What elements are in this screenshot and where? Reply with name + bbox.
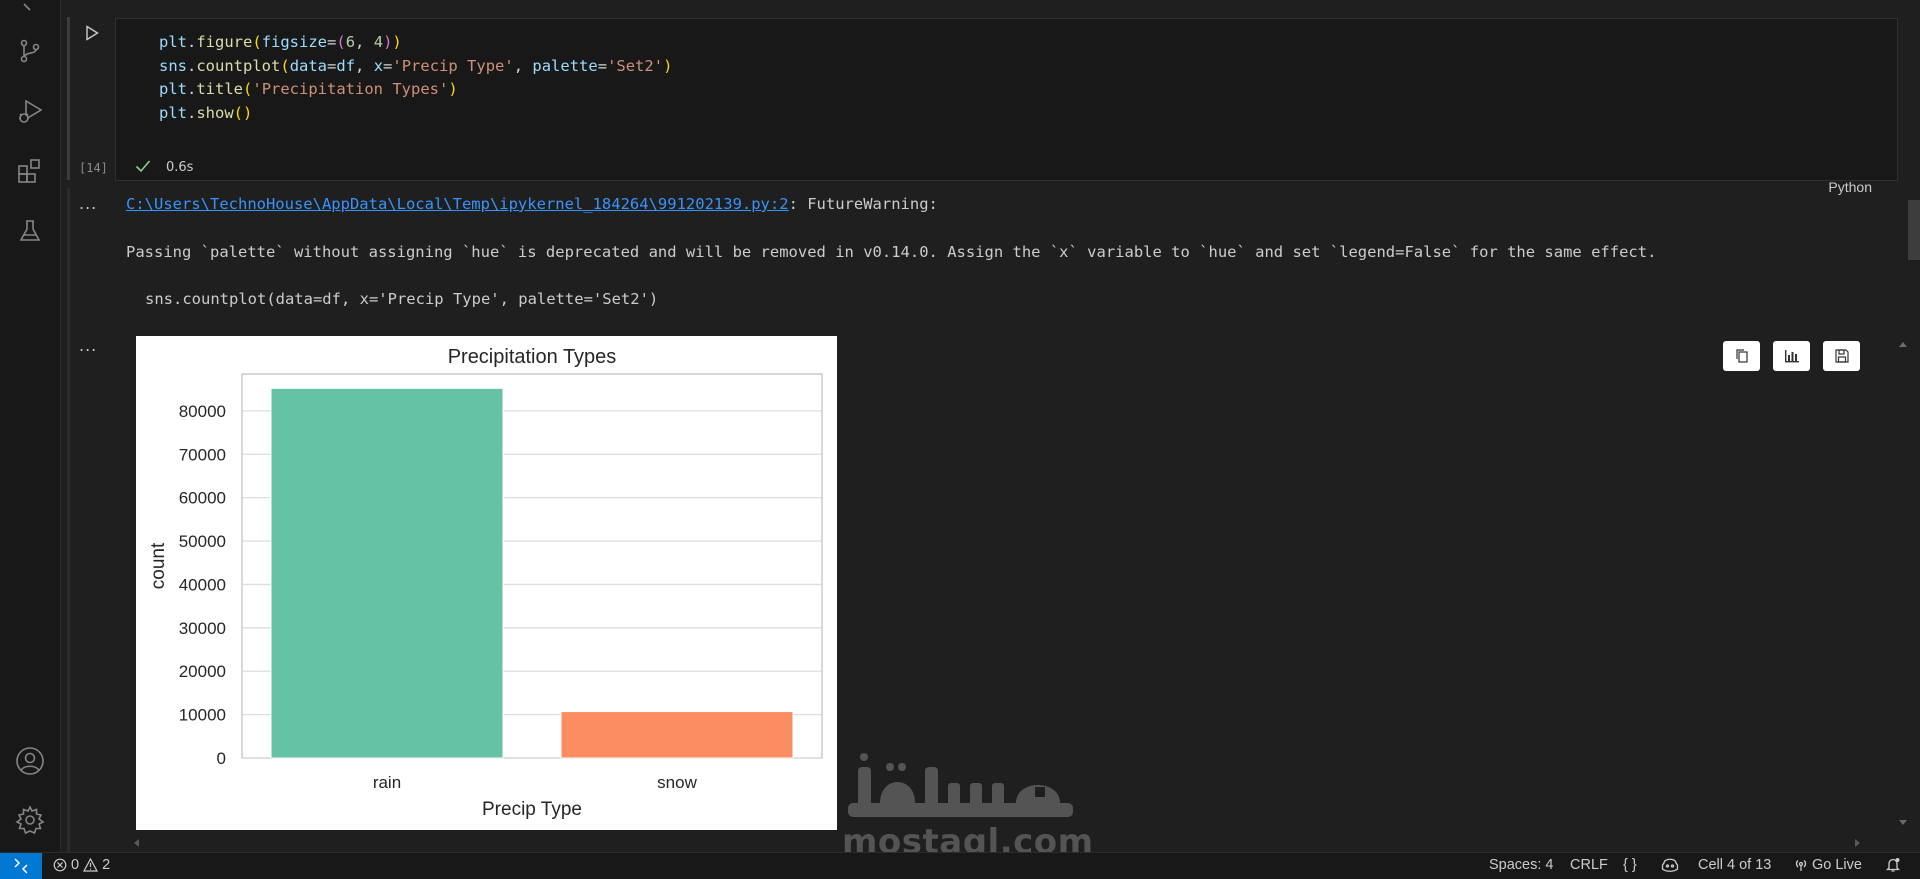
plot-image: 0 10000 20000 30000 40000 50000 60000 70000 8000… xyxy=(136,336,837,830)
y-tick-label-7: 70000 xyxy=(179,445,226,464)
remote-indicator[interactable] xyxy=(0,853,42,879)
check-icon xyxy=(135,158,151,177)
chart-icon xyxy=(1784,350,1799,363)
cell-focus-bar xyxy=(67,17,70,180)
y-axis-label: count xyxy=(148,542,169,589)
indentation-status[interactable]: Spaces: 4 xyxy=(1489,857,1554,873)
y-tick-label-5: 50000 xyxy=(179,532,226,551)
copy-icon xyxy=(1735,349,1748,363)
warning-header: C:\Users\TechnoHouse\AppData\Local\Temp\… xyxy=(126,195,938,213)
y-tick-label-3: 30000 xyxy=(179,619,226,638)
warning-file-link[interactable]: C:\Users\TechnoHouse\AppData\Local\Temp\… xyxy=(126,195,789,213)
vertical-scrollbar-thumb[interactable] xyxy=(1908,200,1920,260)
copy-output-button[interactable] xyxy=(1723,341,1760,371)
cell-position-status[interactable]: Cell 4 of 13 xyxy=(1698,857,1771,873)
cell-language[interactable]: Python xyxy=(1828,179,1872,195)
execution-time: 0.6s xyxy=(166,160,194,175)
chart-title: Precipitation Types xyxy=(448,346,617,368)
error-count: 0 xyxy=(71,857,80,873)
save-output-button[interactable] xyxy=(1823,341,1860,371)
warning-count: 2 xyxy=(102,857,111,873)
output-more-icon-2[interactable]: ... xyxy=(79,336,97,355)
output-more-icon[interactable]: ... xyxy=(79,194,97,213)
problems-indicator[interactable]: 0 2 xyxy=(53,857,110,873)
y-tick-label-2: 20000 xyxy=(179,662,226,681)
execution-count: [14] xyxy=(79,161,108,175)
copilot-icon[interactable] xyxy=(1661,857,1679,873)
y-tick-label-0: 0 xyxy=(217,749,226,768)
warning-message: Passing `palette` without assigning `hue… xyxy=(126,243,1657,261)
y-tick-label-1: 10000 xyxy=(179,706,226,725)
notifications-bell-icon[interactable] xyxy=(1885,857,1901,873)
code-content[interactable]: plt.figure(figsize=(6, 4)) sns.countplot(… xyxy=(159,31,672,126)
language-braces-status[interactable]: { } xyxy=(1623,857,1637,873)
warning-type: : FutureWarning: xyxy=(788,195,938,213)
output-bar xyxy=(67,188,70,852)
run-cell-icon[interactable] xyxy=(83,24,101,42)
scroll-down-arrow-icon[interactable] xyxy=(1898,819,1908,827)
activity-bar xyxy=(0,0,61,852)
code-line-1: plt.figure(figsize=(6, 4)) xyxy=(159,33,402,51)
x-tick-label-snow: snow xyxy=(657,773,697,792)
countplot-chart: 0 10000 20000 30000 40000 50000 60000 70000 8000… xyxy=(148,346,823,820)
eol-status[interactable]: CRLF xyxy=(1570,857,1608,873)
testing-icon[interactable] xyxy=(14,215,46,247)
broadcast-icon xyxy=(1795,859,1807,871)
code-line-2: sns.countplot(data=df, x='Precip Type', … xyxy=(159,56,673,75)
code-cell-editor[interactable]: plt.figure(figsize=(6, 4)) sns.countplot(… xyxy=(115,18,1898,195)
scroll-right-arrow-icon[interactable] xyxy=(1854,838,1862,848)
error-icon xyxy=(53,858,67,872)
bar-rain xyxy=(270,387,504,759)
extensions-icon[interactable] xyxy=(14,155,46,187)
y-tick-label-8: 80000 xyxy=(179,402,226,421)
status-bar: 0 2 Spaces: 4 CRLF { } Cell 4 of 13 Go L… xyxy=(0,852,1920,879)
x-axis-label: Precip Type xyxy=(482,799,582,820)
run-debug-icon[interactable] xyxy=(14,95,46,127)
source-control-icon[interactable] xyxy=(14,35,46,67)
account-icon[interactable] xyxy=(14,745,46,777)
x-tick-label-rain: rain xyxy=(373,773,401,792)
code-line-4: plt.show() xyxy=(159,104,253,123)
remote-icon xyxy=(14,858,28,874)
scroll-up-arrow-icon[interactable] xyxy=(1898,340,1908,348)
go-live-label: Go Live xyxy=(1812,857,1862,873)
go-live-button[interactable]: Go Live xyxy=(1794,857,1862,873)
code-line-3: plt.title('Precipitation Types') xyxy=(159,80,458,99)
y-tick-label-4: 40000 xyxy=(179,575,226,594)
warning-code-line: sns.countplot(data=df, x='Precip Type', … xyxy=(145,290,659,308)
open-in-plot-viewer-button[interactable] xyxy=(1773,341,1810,371)
bar-snow xyxy=(560,711,794,759)
mostaql-watermark: mostaql.com xyxy=(840,745,1093,862)
save-icon xyxy=(1834,349,1849,363)
scroll-left-arrow-icon[interactable] xyxy=(132,838,140,848)
explorer-icon[interactable] xyxy=(14,0,46,16)
warning-icon xyxy=(83,858,99,872)
y-tick-label-6: 60000 xyxy=(179,489,226,508)
settings-gear-icon[interactable] xyxy=(14,804,46,836)
